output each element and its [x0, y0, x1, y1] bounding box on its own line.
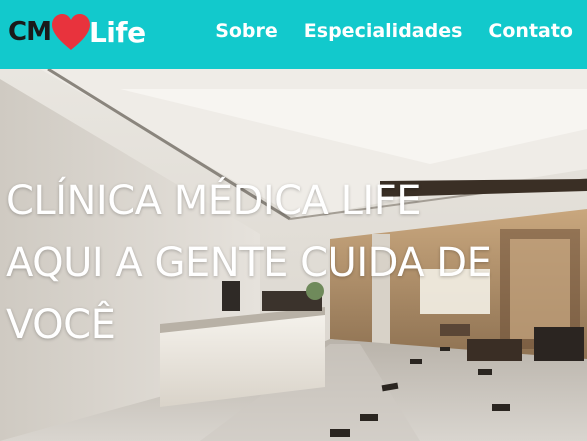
hero-line-2: AQUI A GENTE CUIDA DE — [6, 240, 492, 286]
nav-link-especialidades[interactable]: Especialidades — [304, 20, 463, 42]
hero-headline: CLÍNICA MÉDICA LIFE AQUI A GENTE CUIDA D… — [6, 170, 576, 356]
brand-logo[interactable]: CM Life — [8, 10, 146, 54]
nav-link-contato[interactable]: Contato — [488, 20, 573, 42]
navbar: CM Life Sobre Especialidades Contato — [0, 0, 587, 69]
hero-banner: CLÍNICA MÉDICA LIFE AQUI A GENTE CUIDA D… — [0, 69, 587, 441]
main-nav: Sobre Especialidades Contato — [215, 20, 573, 42]
nav-link-sobre[interactable]: Sobre — [215, 20, 278, 42]
heart-icon — [51, 14, 90, 50]
hero-line-3: VOCÊ — [6, 302, 116, 348]
hero-line-1: CLÍNICA MÉDICA LIFE — [6, 178, 422, 224]
logo-suffix: Life — [88, 15, 146, 49]
logo-prefix: CM — [8, 17, 52, 47]
